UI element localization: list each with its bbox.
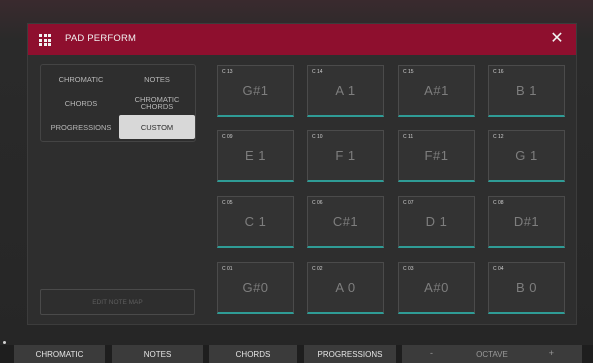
pad[interactable]: C 09 E 1 — [217, 130, 294, 182]
pad-id: C 16 — [493, 69, 504, 75]
pad[interactable]: C 16 B 1 — [488, 65, 565, 117]
pad-note: F 1 — [335, 148, 356, 163]
mode-chromatic-chords[interactable]: CHROMATIC CHORDS — [119, 91, 195, 115]
pad-id: C 10 — [312, 134, 323, 140]
dialog-title: PAD PERFORM — [65, 33, 137, 44]
pad-note: A 1 — [335, 83, 356, 98]
pad-id: C 01 — [222, 266, 233, 272]
chords-button[interactable]: CHORDS — [209, 345, 297, 363]
pad-id: C 14 — [312, 69, 323, 75]
pad-id: C 15 — [403, 69, 414, 75]
pad[interactable]: C 14 A 1 — [307, 65, 384, 117]
pad[interactable]: C 08 D#1 — [488, 196, 565, 248]
pad[interactable]: C 01 G#0 — [217, 262, 294, 314]
pad-note: B 1 — [515, 83, 537, 98]
pad-id: C 06 — [312, 200, 323, 206]
pad-note: G 1 — [515, 148, 538, 163]
mode-chromatic[interactable]: CHROMATIC — [43, 67, 119, 91]
grid-icon — [39, 34, 51, 46]
pad-note: G#0 — [242, 280, 269, 295]
pad-note: A#0 — [424, 280, 449, 295]
pad[interactable]: C 06 C#1 — [307, 196, 384, 248]
mode-notes[interactable]: NOTES — [119, 67, 195, 91]
pad-id: C 05 — [222, 200, 233, 206]
pad-note: B 0 — [515, 280, 537, 295]
pad-note: D 1 — [425, 214, 448, 229]
pad-note: C 1 — [244, 214, 267, 229]
octave-up-button[interactable]: + — [549, 348, 554, 358]
mode-selector: CHROMATIC NOTES CHORDS CHROMATIC CHORDS … — [40, 64, 196, 142]
pad-id: C 02 — [312, 266, 323, 272]
pad-note: A 0 — [335, 280, 356, 295]
notes-button[interactable]: NOTES — [112, 345, 203, 363]
pad[interactable]: C 11 F#1 — [398, 130, 475, 182]
pad[interactable]: C 12 G 1 — [488, 130, 565, 182]
pad-id: C 04 — [493, 266, 504, 272]
mode-custom[interactable]: CUSTOM — [119, 115, 195, 139]
dialog-header: PAD PERFORM ✕ — [28, 24, 576, 55]
pad-note: A#1 — [424, 83, 449, 98]
progressions-button[interactable]: PROGRESSIONS — [304, 345, 396, 363]
edit-note-map-button[interactable]: EDIT NOTE MAP — [40, 289, 195, 315]
bottom-toolbar: CHROMATIC NOTES CHORDS PROGRESSIONS - OC… — [0, 345, 593, 363]
mode-progressions[interactable]: PROGRESSIONS — [43, 115, 119, 139]
pad[interactable]: C 15 A#1 — [398, 65, 475, 117]
pad-note: C#1 — [332, 214, 359, 229]
pad[interactable]: C 13 G#1 — [217, 65, 294, 117]
pad-note: G#1 — [242, 83, 269, 98]
close-icon[interactable]: ✕ — [550, 30, 564, 48]
octave-label: OCTAVE — [476, 350, 508, 359]
pad-id: C 03 — [403, 266, 414, 272]
pad-id: C 13 — [222, 69, 233, 75]
indicator-dot — [3, 341, 6, 344]
pad[interactable]: C 04 B 0 — [488, 262, 565, 314]
pad[interactable]: C 02 A 0 — [307, 262, 384, 314]
pad[interactable]: C 07 D 1 — [398, 196, 475, 248]
chromatic-button[interactable]: CHROMATIC — [14, 345, 105, 363]
pad-id: C 11 — [403, 134, 414, 140]
pad-note: D#1 — [513, 214, 540, 229]
pad-id: C 09 — [222, 134, 233, 140]
pad-id: C 07 — [403, 200, 414, 206]
pad[interactable]: C 05 C 1 — [217, 196, 294, 248]
pad-id: C 08 — [493, 200, 504, 206]
pad[interactable]: C 03 A#0 — [398, 262, 475, 314]
mode-chords[interactable]: CHORDS — [43, 91, 119, 115]
pad-id: C 12 — [493, 134, 504, 140]
pad[interactable]: C 10 F 1 — [307, 130, 384, 182]
pad-note: E 1 — [244, 148, 266, 163]
pad-perform-dialog: PAD PERFORM ✕ CHROMATIC NOTES CHORDS CHR… — [27, 23, 577, 325]
octave-control: - OCTAVE + — [402, 345, 582, 363]
pad-note: F#1 — [424, 148, 449, 163]
